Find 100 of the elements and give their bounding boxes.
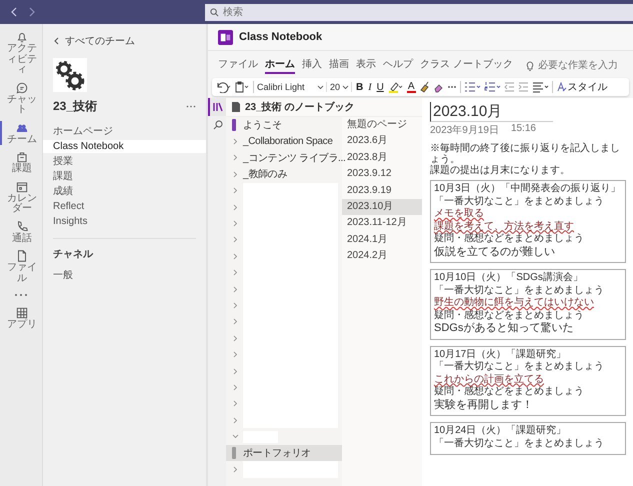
chevron-right-icon[interactable] bbox=[232, 138, 239, 146]
search-icon[interactable] bbox=[213, 120, 223, 130]
font-dropdown[interactable]: Calibri Light bbox=[257, 82, 327, 92]
note-line: 疑問・感想などをまとめましょう bbox=[434, 386, 585, 398]
notebook-icon bbox=[232, 102, 240, 112]
file-icon bbox=[15, 249, 29, 263]
app-title: Class Notebook bbox=[239, 31, 322, 43]
bell-icon bbox=[15, 30, 29, 44]
chevron-right-icon[interactable] bbox=[232, 416, 239, 424]
instruction-text: 課題の提出は月末になります。 bbox=[430, 165, 571, 176]
note-line: 「一番大切なこと」をまとめましょう bbox=[434, 438, 605, 450]
align-icon[interactable] bbox=[532, 81, 548, 93]
note-line: 10月17日（火）「課題研究」 bbox=[434, 348, 568, 360]
chevron-right-icon[interactable] bbox=[232, 286, 239, 293]
menu-tab[interactable]: 描画 bbox=[329, 57, 349, 74]
page-item[interactable]: 2023.10月 bbox=[342, 198, 422, 216]
font-color-button[interactable]: A bbox=[406, 82, 416, 92]
note-line: 「一番大切なこと」をまとめましょう bbox=[434, 284, 605, 296]
more-icon[interactable] bbox=[186, 105, 196, 108]
chevron-right-icon[interactable] bbox=[232, 318, 239, 326]
chevron-right-icon[interactable] bbox=[232, 334, 239, 342]
team-nav-item[interactable]: Insights bbox=[43, 215, 206, 228]
bold-button[interactable]: B bbox=[355, 82, 364, 92]
page-item[interactable]: 2024.1月 bbox=[342, 232, 422, 248]
more-icon[interactable] bbox=[14, 293, 28, 297]
menu-tab[interactable]: ヘルプ bbox=[383, 57, 413, 74]
chevron-right-icon[interactable] bbox=[232, 187, 239, 194]
team-nav-item[interactable]: ホームページ bbox=[43, 125, 206, 138]
rail-item[interactable]: カレンダー bbox=[0, 180, 42, 214]
paste-icon[interactable] bbox=[234, 81, 250, 93]
font-size-dropdown[interactable]: 20 bbox=[330, 82, 352, 92]
menu-tab[interactable]: ファイル bbox=[218, 57, 258, 74]
page-item[interactable]: 2024.2月 bbox=[342, 248, 422, 265]
tell-me-field[interactable]: 必要な作業を入力 bbox=[538, 60, 623, 71]
page-item[interactable]: 2023.11-12月 bbox=[342, 215, 422, 232]
format-painter-icon[interactable] bbox=[418, 81, 430, 93]
menu-tab[interactable]: 表示 bbox=[356, 57, 376, 74]
section-item[interactable]: ようこそ bbox=[243, 118, 282, 132]
chevron-right-icon[interactable] bbox=[232, 269, 239, 276]
notebook-title[interactable]: 23_技術 のノートブック bbox=[245, 100, 354, 114]
chevron-right-icon[interactable] bbox=[232, 384, 239, 391]
chevron-right-icon[interactable] bbox=[232, 236, 239, 244]
section-item[interactable]: _Collaboration Space bbox=[243, 136, 333, 148]
search-field[interactable]: 検索 bbox=[205, 4, 633, 20]
note-line: 10月3日（火）「中間発表会の振り返り」 bbox=[434, 183, 622, 196]
chevron-down-icon[interactable] bbox=[232, 433, 239, 440]
back-icon[interactable] bbox=[53, 37, 59, 45]
chevron-right-icon[interactable] bbox=[232, 368, 239, 375]
chevron-right-icon[interactable] bbox=[232, 220, 239, 228]
rail-item[interactable]: ファイル bbox=[0, 249, 42, 284]
numbered-list-icon[interactable] bbox=[484, 81, 500, 93]
note-line: 10月10日（火）「SDGs講演会」 bbox=[434, 272, 584, 284]
note-line: メモを取る bbox=[434, 208, 485, 220]
chevron-right-icon[interactable] bbox=[232, 252, 239, 260]
page-item[interactable]: 無題のページ bbox=[342, 117, 422, 134]
page-item[interactable]: 2023.9.12 bbox=[342, 166, 422, 183]
chevron-right-icon[interactable] bbox=[232, 154, 239, 162]
section-item[interactable]: _教師のみ bbox=[243, 167, 288, 182]
forward-icon[interactable] bbox=[28, 7, 36, 17]
underline-button[interactable]: U bbox=[376, 82, 385, 92]
page-title[interactable]: 2023.10月 bbox=[430, 102, 553, 122]
team-nav-item[interactable]: Reflect bbox=[43, 200, 206, 213]
bullet-list-icon[interactable] bbox=[464, 81, 480, 93]
notebooks-button[interactable] bbox=[208, 98, 226, 116]
menu-tab[interactable]: 挿入 bbox=[302, 57, 322, 74]
apps-icon bbox=[15, 306, 29, 320]
rail-item[interactable]: アプリ bbox=[0, 306, 42, 330]
page-item[interactable]: 2023.9.19 bbox=[342, 182, 422, 199]
back-link[interactable]: すべてのチーム bbox=[65, 34, 135, 48]
channel-item[interactable]: 一般 bbox=[43, 269, 206, 282]
chevron-right-icon[interactable] bbox=[232, 466, 239, 473]
chevron-right-icon[interactable] bbox=[232, 170, 239, 178]
team-nav-item[interactable]: 成績 bbox=[43, 185, 206, 198]
note-line: 10月24日（火）「課題研究」 bbox=[434, 425, 568, 438]
rail-item[interactable]: 通話 bbox=[0, 220, 42, 244]
team-nav-item[interactable]: Class Notebook bbox=[43, 140, 206, 153]
chevron-right-icon[interactable] bbox=[232, 400, 239, 408]
styles-button[interactable]: スタイル bbox=[556, 80, 608, 94]
undo-icon[interactable] bbox=[215, 81, 231, 93]
note-line: 課題を考えて、方法を考え直す bbox=[434, 220, 575, 232]
rail-item[interactable]: チャット bbox=[0, 80, 42, 116]
team-nav-item[interactable]: 課題 bbox=[43, 170, 206, 183]
indent-icon[interactable] bbox=[518, 81, 528, 93]
chevron-right-icon[interactable] bbox=[232, 204, 239, 211]
note-line: 野生の動物に餌を与えてはいけない bbox=[434, 297, 595, 310]
highlighter-icon[interactable] bbox=[388, 81, 404, 93]
note-line: これからの計画を立てる bbox=[434, 374, 545, 386]
rail-item[interactable]: 課題 bbox=[0, 150, 42, 174]
team-nav-item[interactable]: 授業 bbox=[43, 155, 206, 168]
caret-icon bbox=[317, 84, 324, 90]
page-time: 15:16 bbox=[510, 123, 536, 136]
italic-button[interactable]: I bbox=[367, 82, 373, 92]
menu-tab[interactable]: クラス ノートブック bbox=[420, 57, 513, 74]
menu-tab[interactable]: ホーム bbox=[265, 57, 295, 74]
rail-item[interactable]: アクティビティ bbox=[0, 30, 42, 76]
chevron-right-icon[interactable] bbox=[232, 302, 239, 309]
page-item[interactable]: 2023.6月 bbox=[342, 133, 422, 150]
outdent-icon[interactable] bbox=[504, 81, 514, 93]
section-item[interactable]: _コンテンツ ライブラ... bbox=[243, 150, 346, 165]
chevron-right-icon[interactable] bbox=[232, 351, 239, 358]
